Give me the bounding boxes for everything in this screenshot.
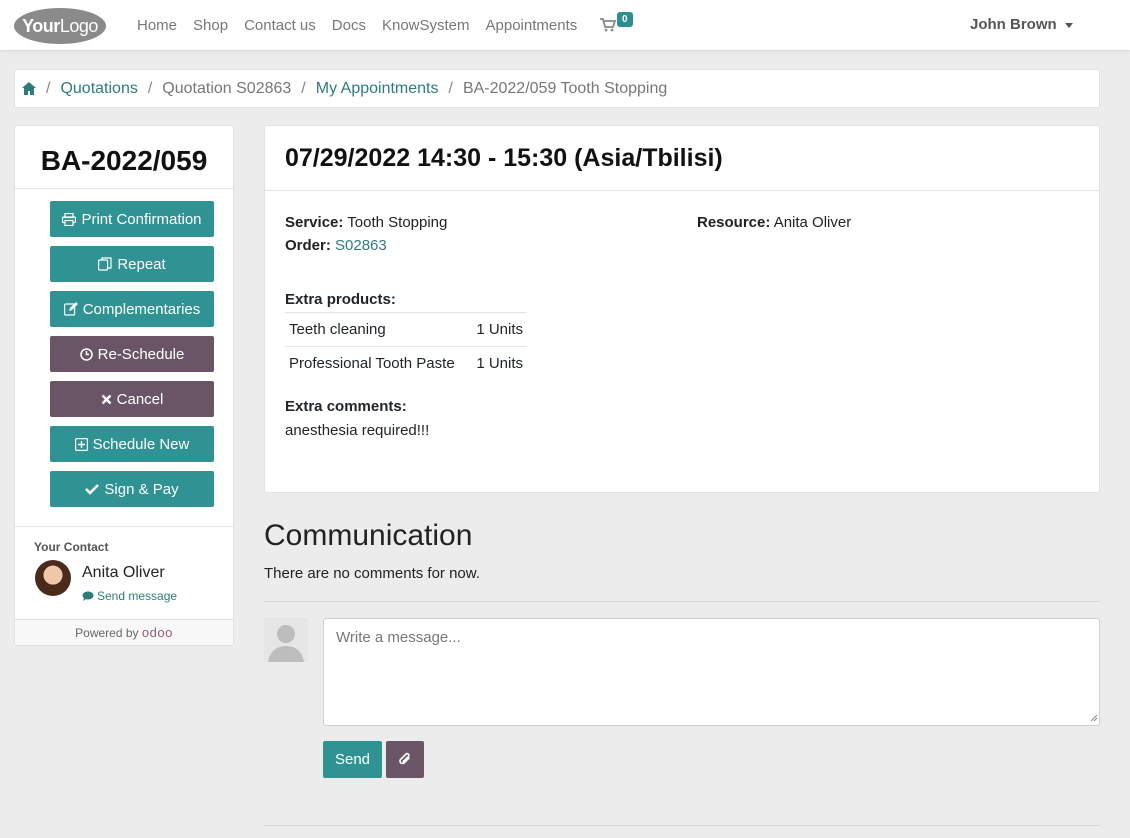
plus-square-icon [74, 437, 88, 451]
product-qty: 1 Units [469, 312, 527, 347]
message-input[interactable] [323, 618, 1100, 726]
contact-name: Anita Oliver [82, 564, 165, 581]
product-name: Teeth cleaning [285, 312, 470, 347]
cart-count-badge: 0 [617, 12, 633, 27]
complementaries-label: Complementaries [82, 300, 201, 318]
your-contact: Your Contact Anita Oliver Send message [15, 526, 233, 619]
divider [264, 825, 1100, 826]
appointment-reference: BA-2022/059 [15, 126, 233, 189]
print-confirmation-button[interactable]: Print Confirmation [50, 201, 214, 237]
copy-icon [98, 257, 112, 271]
cart-button[interactable]: 0 [600, 12, 640, 36]
attach-button[interactable] [386, 741, 424, 778]
breadcrumb-quotations[interactable]: Quotations [60, 80, 137, 98]
no-comments-text: There are no comments for now. [264, 565, 480, 582]
nav-links: Home Shop Contact us Docs KnowSystem App… [137, 0, 593, 51]
cancel-label: Cancel [116, 390, 164, 408]
contact-avatar [35, 560, 71, 596]
resource-field: Resource: Anita Oliver [697, 214, 851, 231]
table-row: Professional Tooth Paste 1 Units [285, 346, 527, 380]
product-name: Professional Tooth Paste [285, 346, 470, 380]
company-logo[interactable]: YourLogo [14, 8, 106, 44]
action-buttons: Print Confirmation Repeat Complementarie… [15, 189, 233, 507]
logo-text-a: Your [22, 16, 60, 36]
cart-icon [600, 18, 616, 32]
print-confirmation-label: Print Confirmation [81, 210, 202, 228]
reschedule-button[interactable]: Re-Schedule [50, 336, 214, 372]
clock-icon [79, 347, 93, 361]
nav-docs[interactable]: Docs [332, 17, 366, 34]
service-field: Service: Tooth Stopping [285, 214, 447, 231]
paperclip-icon [399, 752, 410, 765]
table-row: Teeth cleaning 1 Units [285, 312, 527, 347]
nav-appointments[interactable]: Appointments [486, 17, 578, 34]
breadcrumb-my-appointments[interactable]: My Appointments [316, 80, 439, 98]
order-label: Order: [285, 237, 331, 254]
close-icon [101, 394, 111, 404]
breadcrumb-current: BA-2022/059 Tooth Stopping [462, 79, 668, 97]
resource-label: Resource: [697, 214, 771, 231]
user-icon [268, 625, 304, 662]
send-message-link[interactable]: Send message [82, 589, 177, 603]
cancel-button[interactable]: Cancel [50, 381, 214, 417]
user-menu[interactable]: John Brown [970, 16, 1073, 33]
logo-text-b: Logo [59, 16, 99, 36]
communication-title: Communication [264, 519, 473, 552]
service-value: Tooth Stopping [347, 214, 448, 231]
resource-value: Anita Oliver [773, 214, 852, 231]
service-label: Service: [285, 214, 344, 231]
contact-heading: Your Contact [34, 540, 109, 554]
order-link[interactable]: S02863 [335, 237, 387, 254]
check-icon [85, 484, 100, 495]
complementaries-button[interactable]: Complementaries [50, 291, 214, 327]
powered-by-text: Powered by [75, 626, 139, 640]
top-navbar: YourLogo Home Shop Contact us Docs KnowS… [0, 0, 1130, 51]
send-button[interactable]: Send [323, 741, 382, 778]
user-name: John Brown [970, 16, 1057, 33]
extra-products-title: Extra products: [285, 291, 396, 308]
repeat-button[interactable]: Repeat [50, 246, 214, 282]
extra-products-table: Teeth cleaning 1 Units Professional Toot… [285, 312, 527, 380]
user-avatar-placeholder [264, 618, 308, 662]
nav-contact-us[interactable]: Contact us [244, 17, 316, 34]
breadcrumb: / Quotations / Quotation S02863 / My App… [14, 69, 1100, 108]
powered-by: Powered by odoo [15, 619, 233, 645]
appointment-card: 07/29/2022 14:30 - 15:30 (Asia/Tbilisi) … [264, 125, 1100, 493]
edit-icon [63, 302, 78, 316]
divider [264, 601, 1100, 602]
odoo-logo[interactable]: odoo [142, 625, 173, 640]
send-message-label: Send message [97, 589, 178, 603]
extra-comments-text: anesthesia required!!! [285, 422, 430, 439]
appointment-datetime: 07/29/2022 14:30 - 15:30 (Asia/Tbilisi) [265, 126, 1099, 191]
schedule-new-button[interactable]: Schedule New [50, 426, 214, 462]
breadcrumb-quotation: Quotation S02863 [162, 79, 292, 97]
order-field: Order: S02863 [285, 237, 387, 254]
sign-and-pay-button[interactable]: Sign & Pay [50, 471, 214, 507]
repeat-label: Repeat [117, 255, 166, 273]
schedule-new-label: Schedule New [92, 435, 190, 453]
home-icon[interactable] [22, 82, 36, 95]
sidebar: BA-2022/059 Print Confirmation Repeat Co… [14, 125, 234, 646]
reschedule-label: Re-Schedule [97, 345, 185, 363]
sign-and-pay-label: Sign & Pay [104, 480, 179, 498]
caret-down-icon [1064, 22, 1073, 28]
comment-icon [82, 591, 94, 601]
product-qty: 1 Units [469, 346, 527, 380]
nav-home[interactable]: Home [137, 17, 177, 34]
extra-comments-title: Extra comments: [285, 398, 407, 415]
nav-knowsystem[interactable]: KnowSystem [382, 17, 470, 34]
print-icon [62, 212, 77, 226]
nav-shop[interactable]: Shop [193, 17, 228, 34]
resize-handle-icon[interactable] [1090, 714, 1098, 722]
